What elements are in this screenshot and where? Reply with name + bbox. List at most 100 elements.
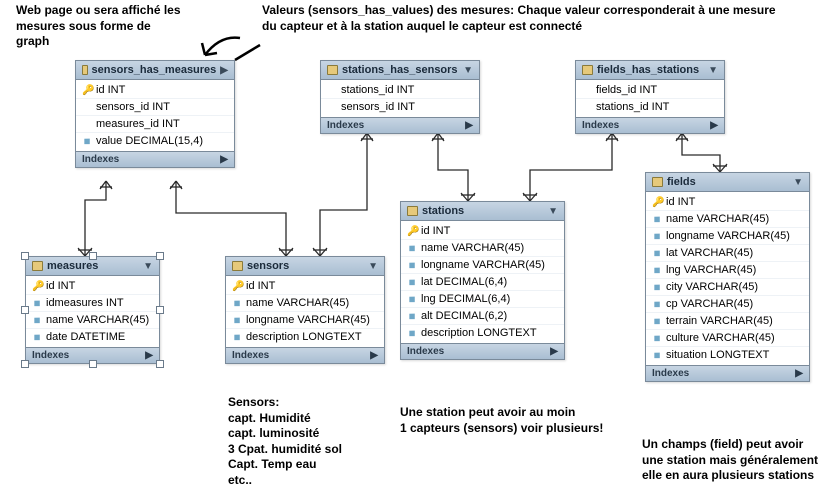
table-sensors-has-measures[interactable]: sensors_has_measures ▶ 🔑id INTsensors_id… (75, 60, 235, 168)
column-row[interactable]: terrain VARCHAR(45) (646, 313, 809, 330)
key-icon: 🔑 (652, 197, 662, 208)
collapse-icon[interactable]: ▼ (708, 65, 718, 76)
column-row[interactable]: situation LONGTEXT (646, 347, 809, 363)
column-row[interactable]: name VARCHAR(45) (226, 295, 384, 312)
diamond-icon (30, 313, 45, 328)
selection-handle[interactable] (156, 252, 164, 260)
column-row[interactable]: stations_id INT (576, 99, 724, 115)
column-row[interactable]: 🔑id INT (401, 223, 564, 240)
columns-list: fields_id INT stations_id INT (576, 80, 724, 117)
column-row[interactable]: cp VARCHAR(45) (646, 296, 809, 313)
key-icon: 🔑 (82, 85, 92, 96)
column-label: name VARCHAR(45) (46, 314, 149, 326)
indexes-section[interactable]: Indexes ▶ (76, 151, 234, 167)
column-row[interactable]: lat VARCHAR(45) (646, 245, 809, 262)
column-row[interactable]: longname VARCHAR(45) (401, 257, 564, 274)
table-stations[interactable]: stations ▼ 🔑id INTname VARCHAR(45)longna… (400, 201, 565, 360)
column-label: stations_id INT (596, 101, 669, 113)
column-row[interactable]: alt DECIMAL(6,2) (401, 308, 564, 325)
column-row[interactable]: lat DECIMAL(6,4) (401, 274, 564, 291)
column-row[interactable]: 🔑id INT (76, 82, 234, 99)
column-row[interactable]: 🔑id INT (26, 278, 159, 295)
column-row[interactable]: sensors_id INT (321, 99, 479, 115)
column-row[interactable]: lng VARCHAR(45) (646, 262, 809, 279)
column-label: lng VARCHAR(45) (666, 264, 756, 276)
table-header[interactable]: stations ▼ (401, 202, 564, 221)
column-label: fields_id INT (596, 84, 657, 96)
column-row[interactable]: lng DECIMAL(6,4) (401, 291, 564, 308)
column-row[interactable]: stations_id INT (321, 82, 479, 99)
selection-handle[interactable] (156, 306, 164, 314)
table-header[interactable]: fields ▼ (646, 173, 809, 192)
table-title: fields_has_stations (597, 64, 699, 76)
collapse-icon[interactable]: ▼ (463, 65, 473, 76)
diamond-icon (80, 134, 95, 149)
expand-icon[interactable]: ▶ (220, 154, 228, 165)
table-fields[interactable]: fields ▼ 🔑 id INT name VARCHAR(45) longname… (645, 172, 810, 382)
diamond-icon (650, 263, 665, 278)
selection-handle[interactable] (156, 360, 164, 368)
table-icon (407, 206, 418, 216)
column-row[interactable]: idmeasures INT (26, 295, 159, 312)
column-row[interactable]: 🔑 id INT (646, 194, 809, 211)
diamond-icon (650, 331, 665, 346)
expand-icon[interactable]: ▶ (710, 120, 718, 131)
collapse-icon[interactable]: ▼ (368, 261, 378, 272)
selection-handle[interactable] (21, 306, 29, 314)
column-row[interactable]: description LONGTEXT (226, 329, 384, 345)
column-row[interactable]: 🔑id INT (226, 278, 384, 295)
indexes-section[interactable]: Indexes ▶ (646, 365, 809, 381)
indexes-section[interactable]: Indexes ▶ (401, 343, 564, 359)
columns-list: 🔑id INTidmeasures INT name VARCHAR(45) dat… (26, 276, 159, 347)
column-row[interactable]: value DECIMAL(15,4) (76, 133, 234, 149)
diamond-icon (650, 229, 665, 244)
table-icon (652, 177, 663, 187)
indexes-section[interactable]: Indexes ▶ (321, 117, 479, 133)
column-row[interactable]: longname VARCHAR(45) (226, 312, 384, 329)
column-row[interactable]: description LONGTEXT (401, 325, 564, 341)
column-label: lat VARCHAR(45) (666, 247, 753, 259)
column-row[interactable]: sensors_id INT (76, 99, 234, 116)
column-row[interactable]: longname VARCHAR(45) (646, 228, 809, 245)
column-row[interactable]: fields_id INT (576, 82, 724, 99)
table-header[interactable]: sensors_has_measures ▶ (76, 61, 234, 80)
table-header[interactable]: stations_has_sensors ▼ (321, 61, 479, 80)
table-fields-has-stations[interactable]: fields_has_stations ▼ fields_id INT stati… (575, 60, 725, 134)
table-header[interactable]: sensors ▼ (226, 257, 384, 276)
column-label: name VARCHAR(45) (666, 213, 769, 225)
table-stations-has-sensors[interactable]: stations_has_sensors ▼ stations_id INT se… (320, 60, 480, 134)
selection-handle[interactable] (89, 252, 97, 260)
collapse-icon[interactable]: ▼ (548, 206, 558, 217)
collapse-icon[interactable]: ▶ (220, 65, 228, 76)
key-icon: 🔑 (32, 281, 42, 292)
table-header[interactable]: fields_has_stations ▼ (576, 61, 724, 80)
diamond-icon (650, 297, 665, 312)
column-row[interactable]: measures_id INT (76, 116, 234, 133)
indexes-section[interactable]: Indexes ▶ (226, 347, 384, 363)
expand-icon[interactable]: ▶ (795, 368, 803, 379)
column-row[interactable]: city VARCHAR(45) (646, 279, 809, 296)
collapse-icon[interactable]: ▼ (143, 261, 153, 272)
table-measures[interactable]: measures ▼ 🔑id INTidmeasures INTname VAR… (25, 256, 160, 364)
column-row[interactable]: date DATETIME (26, 329, 159, 345)
column-row[interactable]: culture VARCHAR(45) (646, 330, 809, 347)
collapse-icon[interactable]: ▼ (793, 177, 803, 188)
table-sensors[interactable]: sensors ▼ 🔑id INTname VARCHAR(45)longnam… (225, 256, 385, 364)
column-label: stations_id INT (341, 84, 414, 96)
column-row[interactable]: name VARCHAR(45) (401, 240, 564, 257)
table-icon (582, 65, 593, 75)
table-title: stations_has_sensors (342, 64, 458, 76)
expand-icon[interactable]: ▶ (550, 346, 558, 357)
expand-icon[interactable]: ▶ (465, 120, 473, 131)
selection-handle[interactable] (21, 360, 29, 368)
column-row[interactable]: name VARCHAR(45) (646, 211, 809, 228)
column-row[interactable]: name VARCHAR(45) (26, 312, 159, 329)
selection-handle[interactable] (21, 252, 29, 260)
columns-list: 🔑id INTsensors_id INTmeasures_id INTvalu… (76, 80, 234, 151)
diamond-icon (405, 326, 420, 341)
column-label: id INT (666, 196, 695, 208)
indexes-section[interactable]: Indexes ▶ (576, 117, 724, 133)
selection-handle[interactable] (89, 360, 97, 368)
expand-icon[interactable]: ▶ (370, 350, 378, 361)
expand-icon[interactable]: ▶ (145, 350, 153, 361)
